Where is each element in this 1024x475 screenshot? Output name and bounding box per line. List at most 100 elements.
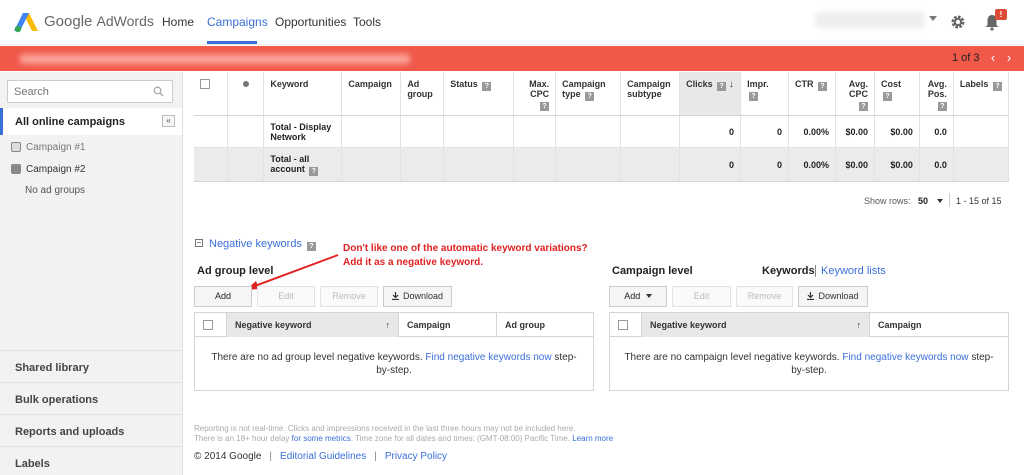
help-icon[interactable]: ? [307, 242, 316, 251]
select-all-checkbox[interactable] [194, 72, 229, 116]
help-icon[interactable]: ? [482, 82, 492, 91]
chevron-right-icon[interactable]: › [1002, 51, 1016, 65]
ad-group-level-heading: Ad group level [197, 265, 274, 277]
col-negative-keyword[interactable]: Negative keyword ↑ [227, 313, 399, 337]
col-ctr[interactable]: CTR ? [788, 72, 836, 116]
download-button[interactable]: Download [383, 286, 452, 307]
table-row: Total - all account ? 0 0 0.00% $0.00 $0… [194, 147, 1010, 182]
help-icon[interactable]: ? [882, 92, 892, 101]
note-text: There is an 18+ hour delay [194, 434, 290, 443]
reporting-note-line-2: There is an 18+ hour delay for some metr… [194, 434, 613, 444]
chevron-down-icon [645, 294, 652, 298]
sidebar-item-all-campaigns[interactable]: All online campaigns « [0, 108, 182, 135]
remove-button[interactable]: Remove [736, 286, 793, 307]
sidebar-item-campaign-2[interactable]: Campaign #2 [11, 164, 85, 175]
help-icon[interactable]: ? [585, 92, 595, 101]
nav-campaigns[interactable]: Campaigns [207, 15, 268, 29]
table-header-row: Keyword Campaign Ad group Status ? Max. … [194, 72, 1010, 116]
download-icon [391, 292, 399, 300]
col-campaign[interactable]: Campaign [870, 313, 1008, 337]
col-impr[interactable]: Impr. ? [740, 72, 790, 116]
edit-button[interactable]: Edit [672, 286, 731, 307]
chevron-left-icon[interactable]: ‹ [986, 51, 1000, 65]
help-icon[interactable]: ? [937, 102, 947, 111]
row-label-cell: Total - all account ? [263, 147, 343, 182]
negative-keywords-label: Negative keywords [209, 238, 302, 250]
col-keyword[interactable]: Keyword [263, 72, 343, 116]
nav-opportunities[interactable]: Opportunities [275, 15, 346, 29]
find-negative-keywords-link[interactable]: Find negative keywords now [842, 352, 968, 363]
nav-tools[interactable]: Tools [353, 15, 381, 29]
help-icon[interactable]: ? [540, 102, 550, 111]
download-button[interactable]: Download [798, 286, 868, 307]
sidebar-item-labels[interactable]: Labels [15, 458, 50, 470]
sidebar: All online campaigns « Campaign #1 Campa… [0, 72, 183, 475]
col-negative-keyword[interactable]: Negative keyword ↑ [642, 313, 870, 337]
col-labels[interactable]: Labels ? [953, 72, 1010, 116]
col-cost[interactable]: Cost ? [874, 72, 920, 116]
negative-keywords-title[interactable]: Negative keywords ? [209, 238, 316, 251]
col-ad-group[interactable]: Ad group [497, 313, 593, 337]
collapse-negative-keywords-icon[interactable]: − [195, 239, 203, 247]
col-ad-group[interactable]: Ad group [400, 72, 445, 116]
sidebar-item-reports-uploads[interactable]: Reports and uploads [15, 426, 124, 438]
sort-asc-icon: ↑ [385, 320, 391, 330]
account-name-redacted[interactable] [815, 12, 925, 28]
help-icon[interactable]: ? [992, 82, 1002, 91]
divider [815, 265, 816, 277]
nav-active-indicator [207, 41, 257, 44]
tab-keyword-lists[interactable]: Keyword lists [821, 265, 886, 277]
some-metrics-link[interactable]: for some metrics [292, 434, 351, 443]
chevron-down-icon[interactable] [937, 199, 943, 203]
help-icon[interactable]: ? [749, 92, 759, 101]
col-avg-cpc-label: Avg. CPC [848, 79, 868, 99]
col-avg-cpc[interactable]: Avg. CPC? [835, 72, 875, 116]
app-logo-text[interactable]: Google AdWords [44, 13, 154, 30]
find-negative-keywords-link[interactable]: Find negative keywords now [425, 352, 551, 363]
show-rows-label: Show rows: [864, 196, 911, 206]
select-all-checkbox[interactable] [195, 313, 227, 337]
sidebar-item-shared-library[interactable]: Shared library [15, 362, 89, 374]
sort-desc-icon: ↓ [728, 79, 734, 90]
sidebar-search[interactable] [7, 80, 173, 103]
account-dropdown-icon[interactable] [929, 16, 937, 21]
row-cost: $0.00 [874, 115, 920, 148]
privacy-policy-link[interactable]: Privacy Policy [385, 451, 447, 462]
show-rows-select[interactable]: 50 [918, 196, 928, 206]
col-campaign-type[interactable]: Campaign type ? [555, 72, 622, 116]
table-header-row: Negative keyword ↑ Campaign Ad group [195, 313, 593, 337]
empty-state-message: There are no ad group level negative key… [195, 351, 593, 377]
help-icon[interactable]: ? [717, 82, 727, 91]
select-all-checkbox[interactable] [610, 313, 642, 337]
col-clicks[interactable]: Clicks ? ↓ [679, 72, 742, 116]
add-dropdown-button[interactable]: Add [609, 286, 667, 307]
add-button[interactable]: Add [194, 286, 252, 307]
help-icon[interactable]: ? [309, 166, 319, 176]
col-campaign[interactable]: Campaign [399, 313, 497, 337]
download-label: Download [818, 291, 859, 301]
edit-button[interactable]: Edit [257, 286, 315, 307]
sidebar-item-bulk-operations[interactable]: Bulk operations [15, 394, 98, 406]
gear-icon[interactable] [950, 14, 966, 30]
help-icon[interactable]: ? [858, 102, 868, 111]
empty-state-message: There are no campaign level negative key… [610, 351, 1008, 377]
col-campaign-subtype[interactable]: Campaign subtype [620, 72, 681, 116]
col-avg-pos[interactable]: Avg. Pos.? [919, 72, 954, 116]
col-impr-label: Impr. [747, 79, 769, 89]
col-status[interactable]: Status ? [443, 72, 515, 116]
help-icon[interactable]: ? [818, 82, 828, 91]
col-campaign[interactable]: Campaign [341, 72, 402, 116]
col-status-label: Status [450, 79, 478, 89]
col-ctr-label: CTR [795, 79, 814, 89]
editorial-guidelines-link[interactable]: Editorial Guidelines [280, 451, 366, 462]
search-icon[interactable] [153, 86, 164, 97]
remove-button[interactable]: Remove [320, 286, 378, 307]
tab-keywords[interactable]: Keywords [762, 265, 815, 277]
top-bar: Google AdWords Home Campaigns Opportunit… [0, 0, 1024, 45]
search-input[interactable] [8, 81, 148, 102]
collapse-sidebar-icon[interactable]: « [162, 115, 175, 127]
learn-more-link[interactable]: Learn more [572, 434, 613, 443]
col-max-cpc[interactable]: Max. CPC? [513, 72, 557, 116]
nav-home[interactable]: Home [162, 15, 194, 29]
sidebar-item-campaign-1[interactable]: Campaign #1 [11, 142, 85, 153]
